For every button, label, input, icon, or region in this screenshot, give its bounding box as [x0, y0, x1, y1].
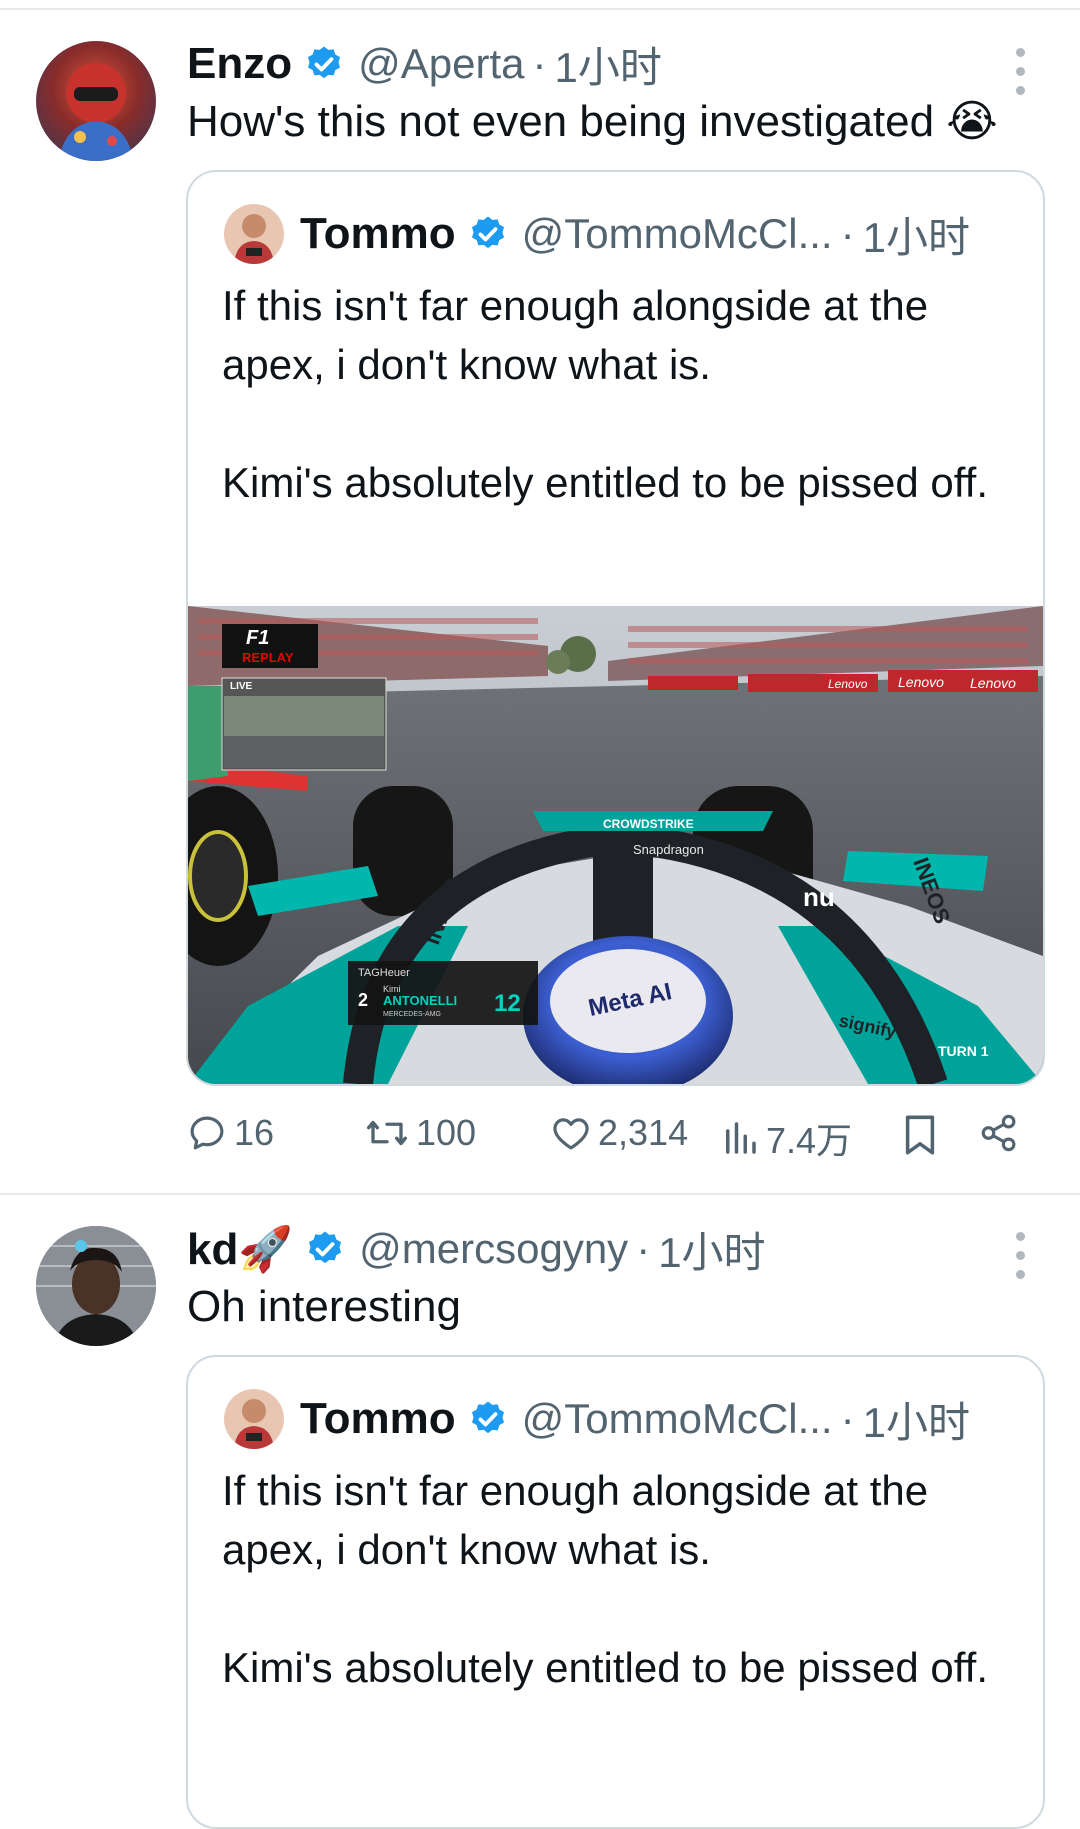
quote-paragraph: Kimi's absolutely entitled to be pissed …	[222, 1644, 989, 1691]
like-count: 2,314	[598, 1112, 689, 1153]
driver-last-name: ANTONELLI	[383, 993, 457, 1008]
quote-author-handle: @TommoMcCl...	[521, 1395, 833, 1442]
quote-time: 1小时	[862, 213, 970, 261]
tweet-header: kd🚀 @mercsogyny · 1小时	[187, 1221, 766, 1277]
tweet-divider	[0, 1193, 1080, 1195]
author-name[interactable]: kd🚀	[187, 1223, 293, 1275]
quote-author-name: Tommo	[300, 1394, 456, 1443]
retweet-icon	[366, 1120, 408, 1146]
share-button[interactable]	[978, 1112, 1020, 1154]
live-label: LIVE	[230, 681, 253, 692]
video-thumbnail[interactable]: Lenovo Lenovo Lenovo CROWDSTRIKE Snapdra…	[188, 606, 1043, 1084]
heart-icon	[553, 1118, 589, 1150]
bookmark-icon	[905, 1115, 935, 1155]
quote-header: Tommo @TommoMcCl... · 1小时	[300, 205, 970, 263]
tweet-time[interactable]: 1小时	[555, 34, 662, 95]
views-icon	[726, 1122, 756, 1154]
bookmark-button[interactable]	[900, 1112, 940, 1158]
banner-label: Lenovo	[828, 677, 868, 691]
banner-label: Lenovo	[898, 674, 944, 690]
onboard-camera-image: Lenovo Lenovo Lenovo CROWDSTRIKE Snapdra…	[188, 606, 1043, 1084]
quote-text: If this isn't far enough alongside at th…	[222, 276, 1002, 512]
replay-label: REPLAY	[242, 650, 294, 665]
separator-dot: ·	[532, 40, 547, 87]
verified-badge-icon	[309, 1231, 342, 1264]
driver-number: 12	[494, 990, 521, 1017]
corner-label: TURN 1	[938, 1043, 989, 1059]
quote-time: 1小时	[862, 1398, 970, 1446]
tagheuer-label: TAGHeuer	[358, 967, 410, 979]
quoted-tweet-card[interactable]: Tommo @TommoMcCl... · 1小时 If this isn't …	[186, 1355, 1045, 1829]
quote-paragraph: If this isn't far enough alongside at th…	[222, 282, 929, 388]
separator-dot: ·	[636, 1225, 651, 1272]
retweet-count: 100	[416, 1112, 477, 1153]
more-options-icon[interactable]	[1014, 48, 1026, 95]
avatar-enzo[interactable]	[36, 41, 156, 161]
avatar-tommo	[224, 204, 284, 264]
quote-paragraph: If this isn't far enough alongside at th…	[222, 1467, 929, 1573]
share-icon	[981, 1114, 1016, 1152]
reply-icon	[190, 1116, 224, 1150]
author-name[interactable]: Enzo	[187, 39, 292, 89]
tweet-text: Oh interesting	[187, 1282, 461, 1331]
quote-author-handle: @TommoMcCl...	[521, 210, 833, 257]
tweet-actions: 16 100 2,314 7.4万	[186, 1112, 1026, 1172]
banner-label: Lenovo	[970, 675, 1016, 691]
reply-count: 16	[234, 1112, 275, 1153]
quote-header: Tommo @TommoMcCl... · 1小时	[300, 1390, 970, 1448]
person-portrait-icon	[36, 1226, 156, 1346]
verified-badge-icon	[471, 1401, 504, 1434]
separator-dot: ·	[840, 1395, 855, 1442]
person-portrait-icon	[234, 214, 274, 264]
verified-badge-icon	[471, 216, 504, 249]
quoted-tweet-card[interactable]: Tommo @TommoMcCl... · 1小时 If this isn't …	[186, 170, 1045, 1086]
driver-position: 2	[358, 990, 368, 1010]
avatar-tommo	[224, 1389, 284, 1449]
svg-text:nu: nu	[803, 882, 835, 912]
f1-logo: F1	[246, 627, 269, 649]
reply-button[interactable]: 16	[186, 1112, 274, 1154]
tweet-text: How's this not even being investigated 😭	[187, 97, 998, 146]
avatar-kd[interactable]	[36, 1226, 156, 1346]
halo-label: Snapdragon	[633, 842, 704, 857]
more-options-icon[interactable]	[1014, 1232, 1026, 1279]
tweet-time[interactable]: 1小时	[658, 1219, 765, 1280]
verified-badge-icon	[308, 46, 341, 79]
person-portrait-icon	[234, 1399, 274, 1449]
separator-dot: ·	[840, 210, 855, 257]
author-handle[interactable]: @mercsogyny	[359, 1225, 628, 1273]
tweet-header: Enzo @Aperta · 1小时	[187, 36, 662, 92]
quote-author-name: Tommo	[300, 209, 456, 258]
like-button[interactable]: 2,314	[550, 1112, 688, 1154]
views-count: 7.4万	[766, 1120, 853, 1161]
driver-team: MERCEDES-AMG	[383, 1011, 441, 1018]
helmet-portrait-icon	[58, 63, 134, 161]
quote-text: If this isn't far enough alongside at th…	[222, 1461, 1002, 1697]
quote-paragraph: Kimi's absolutely entitled to be pissed …	[222, 459, 989, 506]
halo-top-label: CROWDSTRIKE	[603, 817, 694, 831]
author-handle[interactable]: @Aperta	[358, 40, 524, 88]
retweet-button[interactable]: 100	[364, 1112, 476, 1154]
top-divider	[0, 8, 1080, 10]
views-button[interactable]: 7.4万	[720, 1112, 852, 1164]
